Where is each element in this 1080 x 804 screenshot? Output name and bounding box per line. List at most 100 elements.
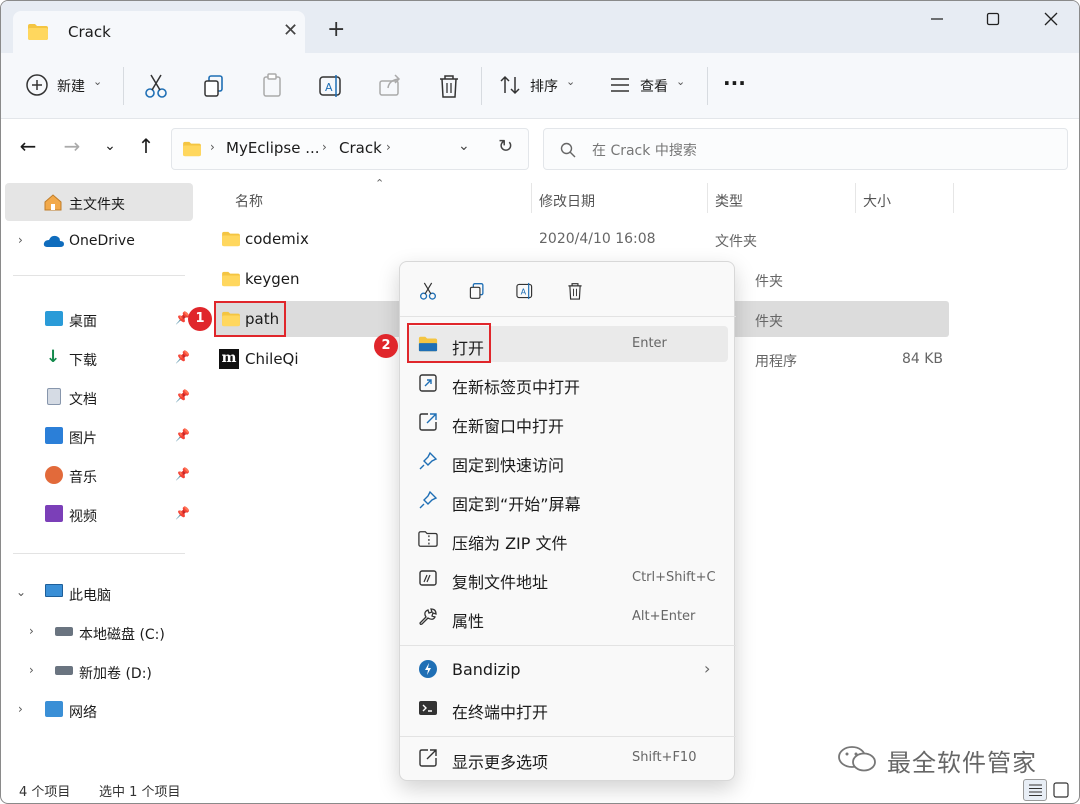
tab-title: Crack — [68, 23, 111, 41]
column-header-date[interactable]: 修改日期 — [539, 191, 595, 211]
tab-crack[interactable]: Crack ✕ — [13, 11, 305, 53]
cut-icon[interactable] — [141, 71, 171, 101]
sort-button[interactable]: 排序 ⌄ — [499, 69, 583, 103]
new-tab-button[interactable]: + — [327, 17, 345, 42]
sidebar-item-music[interactable]: 音乐 📌 — [1, 456, 193, 494]
menu-item-shortcut: Ctrl+Shift+C — [632, 570, 716, 585]
pin-icon[interactable]: 📌 — [175, 428, 190, 442]
network-icon — [45, 701, 63, 717]
copy-path-icon — [419, 570, 437, 586]
rename-icon[interactable]: A — [514, 280, 536, 302]
delete-icon[interactable] — [434, 71, 464, 101]
copy-icon[interactable] — [199, 71, 229, 101]
chevron-right-icon[interactable]: › — [29, 663, 34, 677]
wrench-icon — [419, 608, 437, 625]
up-icon[interactable]: ↑ — [131, 131, 161, 161]
toolbar-divider — [707, 67, 708, 105]
menu-item-show-more-options[interactable]: 显示更多选项 Shift+F10 — [408, 740, 728, 776]
tiles-view-button[interactable] — [1051, 780, 1071, 800]
delete-icon[interactable] — [564, 280, 586, 302]
sidebar-item-onedrive[interactable]: › OneDrive — [1, 222, 193, 260]
pin-icon[interactable]: 📌 — [175, 350, 190, 364]
folder-icon — [183, 141, 201, 157]
refresh-icon[interactable]: ↻ — [498, 136, 513, 157]
new-button[interactable]: 新建 ⌄ — [25, 69, 109, 103]
sidebar-item-home[interactable]: 主文件夹 — [5, 183, 193, 221]
sidebar-item-drive-c[interactable]: › 本地磁盘 (C:) — [1, 613, 193, 651]
column-divider — [953, 183, 954, 213]
column-header-type[interactable]: 类型 — [715, 191, 743, 211]
address-history-dropdown-icon[interactable]: ⌄ — [458, 138, 470, 154]
chevron-right-icon[interactable]: › — [18, 702, 23, 716]
forward-icon[interactable]: → — [57, 131, 87, 161]
recent-locations-icon[interactable]: ⌄ — [95, 131, 125, 161]
highlight-box-path — [214, 301, 286, 337]
close-tab-icon[interactable]: ✕ — [283, 20, 298, 41]
sidebar-item-this-pc[interactable]: ⌄ 此电脑 — [1, 574, 193, 612]
sidebar-item-videos[interactable]: 视频 📌 — [1, 495, 193, 533]
chevron-down-icon[interactable]: ⌄ — [16, 585, 26, 599]
back-icon[interactable]: ← — [13, 131, 43, 161]
cut-icon[interactable] — [417, 280, 439, 302]
sort-icon — [500, 75, 520, 95]
sidebar-item-drive-d[interactable]: › 新加卷 (D:) — [1, 652, 193, 690]
menu-item-copy-path[interactable]: 复制文件地址 Ctrl+Shift+C — [408, 560, 728, 596]
close-icon — [1044, 12, 1058, 26]
cloud-icon — [43, 235, 64, 247]
chevron-right-icon[interactable]: › — [29, 624, 34, 638]
sidebar-item-label: 下载 — [69, 353, 97, 369]
breadcrumb-separator-icon: › — [322, 140, 327, 154]
sidebar-divider — [13, 275, 185, 276]
address-bar[interactable]: › MyEclipse ... › Crack › ⌄ ↻ — [171, 128, 529, 170]
new-tab-icon — [419, 374, 437, 392]
menu-item-label: 固定到快速访问 — [452, 456, 565, 475]
pin-icon[interactable]: 📌 — [175, 506, 190, 520]
sidebar-item-label: 视频 — [69, 509, 97, 525]
column-header-name[interactable]: 名称 — [235, 191, 263, 211]
menu-item-compress-zip[interactable]: 压缩为 ZIP 文件 — [408, 521, 728, 557]
column-header-size[interactable]: 大小 — [863, 191, 891, 211]
more-options-icon[interactable]: ··· — [723, 71, 746, 95]
maximize-button[interactable] — [973, 7, 1013, 35]
close-window-button[interactable] — [1031, 7, 1071, 35]
sidebar-item-pictures[interactable]: 图片 📌 — [1, 417, 193, 455]
maximize-icon — [986, 12, 1000, 26]
pin-icon[interactable]: 📌 — [175, 389, 190, 403]
details-view-button[interactable] — [1023, 779, 1047, 801]
menu-divider — [400, 316, 736, 317]
search-placeholder: 在 Crack 中搜索 — [592, 143, 697, 159]
menu-item-open-new-tab[interactable]: 在新标签页中打开 — [408, 365, 728, 401]
sidebar-item-downloads[interactable]: ↓ 下载 📌 — [1, 339, 193, 377]
chevron-right-icon[interactable]: › — [18, 233, 23, 247]
chevron-down-icon: ⌄ — [566, 75, 576, 88]
search-box[interactable]: 在 Crack 中搜索 — [543, 128, 1068, 170]
minimize-button[interactable] — [917, 7, 957, 35]
menu-item-open-new-window[interactable]: 在新窗口中打开 — [408, 404, 728, 440]
menu-item-pin-quick-access[interactable]: 固定到快速访问 — [408, 443, 728, 479]
copy-icon[interactable] — [466, 280, 488, 302]
breadcrumb-crack[interactable]: Crack — [339, 139, 382, 157]
navigation-bar: ← → ⌄ ↑ › MyEclipse ... › Crack › ⌄ ↻ 在 … — [1, 119, 1079, 179]
menu-item-open-terminal[interactable]: 在终端中打开 — [408, 690, 728, 726]
pin-icon[interactable]: 📌 — [175, 467, 190, 481]
sidebar-item-desktop[interactable]: 桌面 📌 — [1, 300, 193, 338]
bandizip-icon — [419, 660, 437, 678]
sidebar-item-network[interactable]: › 网络 — [1, 691, 193, 729]
rename-icon[interactable]: A — [316, 71, 346, 101]
sidebar-item-documents[interactable]: 文档 📌 — [1, 378, 193, 416]
view-button[interactable]: 查看 ⌄ — [609, 69, 693, 103]
menu-item-pin-start[interactable]: 固定到“开始”屏幕 — [408, 482, 728, 518]
file-row[interactable]: codemix 2020/4/10 16:08 文件夹 — [215, 221, 949, 257]
menu-item-bandizip[interactable]: Bandizip › — [408, 651, 728, 687]
share-icon[interactable] — [375, 71, 405, 101]
menu-item-label: 显示更多选项 — [452, 753, 549, 772]
step-badge-1: 1 — [188, 307, 212, 331]
file-type: 文件夹 — [715, 234, 757, 250]
paste-icon[interactable] — [257, 71, 287, 101]
pin-icon — [419, 490, 438, 509]
breadcrumb-myeclipse[interactable]: MyEclipse ... — [226, 139, 320, 157]
sidebar-divider — [13, 553, 185, 554]
watermark-text: 最全软件管家 — [887, 749, 1037, 777]
menu-item-properties[interactable]: 属性 Alt+Enter — [408, 599, 728, 635]
sort-label: 排序 — [530, 79, 558, 95]
